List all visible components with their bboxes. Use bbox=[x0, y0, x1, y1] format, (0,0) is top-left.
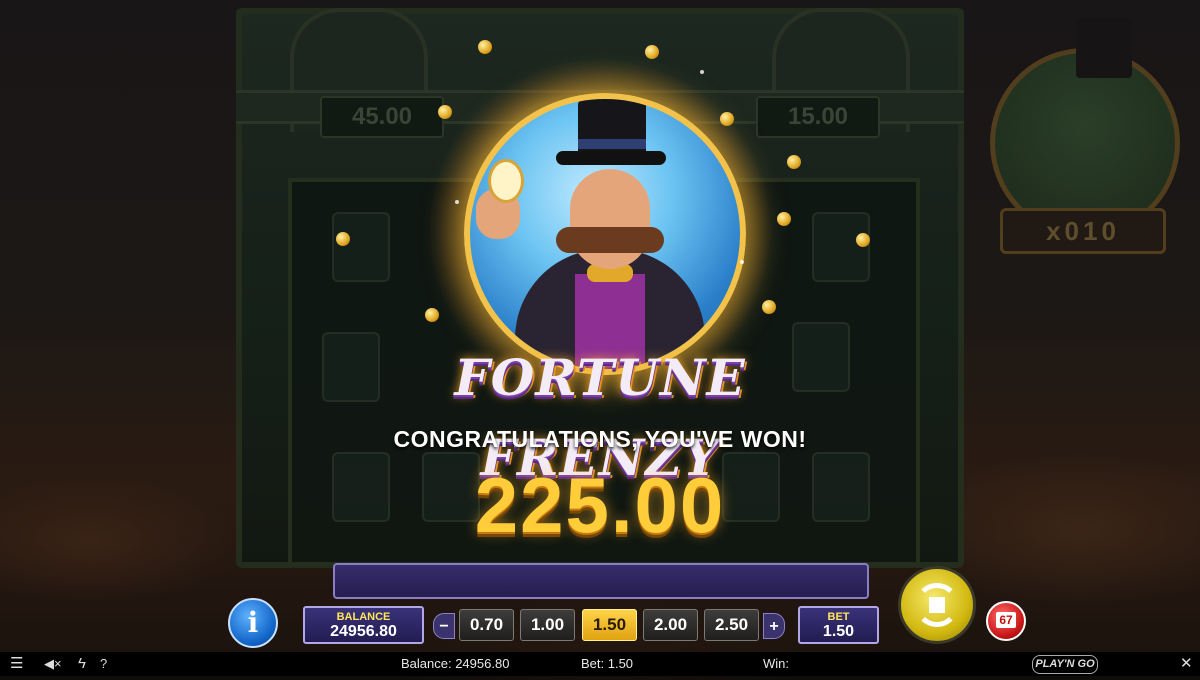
coin-icon bbox=[787, 155, 801, 169]
close-icon[interactable]: ✕ bbox=[1180, 655, 1193, 673]
top-hat-icon bbox=[1076, 18, 1132, 78]
bet-option[interactable]: 0.70 bbox=[459, 609, 514, 641]
coin-icon bbox=[478, 40, 492, 54]
multiplier-badge: x010 bbox=[990, 18, 1180, 254]
autoplay-count: 67 bbox=[996, 612, 1016, 628]
coin-icon bbox=[762, 300, 776, 314]
coin-icon bbox=[425, 308, 439, 322]
balance-panel: BALANCE 24956.80 bbox=[303, 606, 424, 644]
win-amount: 225.00 bbox=[474, 461, 726, 549]
right-prize-meter: 15.00 bbox=[756, 96, 880, 138]
footer-win: Win: bbox=[763, 656, 789, 671]
spin-button[interactable] bbox=[898, 566, 976, 644]
coin-icon bbox=[777, 212, 791, 226]
footer-balance: Balance: 24956.80 bbox=[401, 656, 510, 671]
stop-icon bbox=[929, 597, 945, 613]
bet-decrease-button[interactable]: − bbox=[433, 613, 455, 639]
bet-option[interactable]: 2.50 bbox=[704, 609, 759, 641]
bet-increase-button[interactable]: + bbox=[763, 613, 785, 639]
coin-icon bbox=[720, 112, 734, 126]
coin-icon bbox=[438, 105, 452, 119]
left-prize-meter: 45.00 bbox=[320, 96, 444, 138]
bet-value: 1.50 bbox=[822, 623, 855, 640]
menu-icon[interactable]: ☰ bbox=[10, 655, 23, 673]
info-button[interactable]: i bbox=[228, 598, 278, 648]
bet-option-selected[interactable]: 1.50 bbox=[582, 609, 637, 641]
congratulations-message: CONGRATULATIONS, YOU'VE WON! bbox=[393, 426, 807, 452]
balance-value: 24956.80 bbox=[330, 623, 397, 640]
tycoon-face bbox=[570, 169, 650, 269]
sparkle bbox=[455, 200, 459, 204]
bet-label: BET bbox=[827, 611, 850, 623]
hat-brim bbox=[556, 151, 666, 165]
help-icon[interactable]: ? bbox=[100, 655, 107, 673]
tycoon-portrait bbox=[464, 93, 746, 375]
playngo-logo: PLAY'N GO bbox=[1032, 655, 1098, 674]
reel-symbol bbox=[332, 212, 390, 282]
message-bar bbox=[333, 563, 869, 599]
turbo-icon[interactable]: ϟ bbox=[78, 655, 86, 673]
status-bar: ☰ ◀× ϟ ? Balance: 24956.80 Bet: 1.50 Win… bbox=[0, 652, 1200, 676]
footer-bet: Bet: 1.50 bbox=[581, 656, 634, 671]
hat-band bbox=[578, 139, 646, 149]
sparkle bbox=[700, 70, 704, 74]
autoplay-button[interactable]: 67 bbox=[986, 601, 1026, 641]
coin-icon bbox=[856, 233, 870, 247]
bet-panel: BET 1.50 bbox=[798, 606, 879, 644]
sparkle bbox=[740, 260, 744, 264]
bet-option[interactable]: 1.00 bbox=[520, 609, 575, 641]
multiplier-counter: x010 bbox=[1000, 208, 1166, 254]
sound-mute-icon[interactable]: ◀× bbox=[44, 655, 62, 673]
coin-icon bbox=[336, 232, 350, 246]
bet-option[interactable]: 2.00 bbox=[643, 609, 698, 641]
pocket-watch-icon bbox=[488, 159, 524, 203]
balance-label: BALANCE bbox=[336, 611, 391, 623]
mustache-icon bbox=[556, 227, 664, 253]
reel-symbol bbox=[812, 212, 870, 282]
coin-icon bbox=[645, 45, 659, 59]
feature-title: FORTUNE FRENZY bbox=[454, 348, 746, 487]
